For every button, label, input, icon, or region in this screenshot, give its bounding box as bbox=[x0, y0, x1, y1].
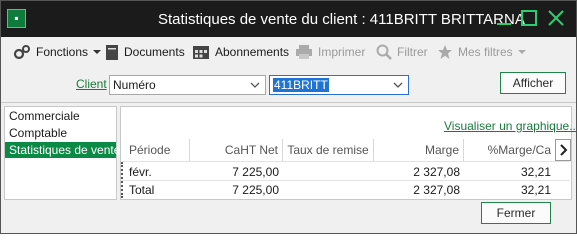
client-value: 411BRITT bbox=[273, 78, 329, 92]
cell-periode: févr. bbox=[129, 165, 152, 179]
chevron-down-icon bbox=[93, 50, 102, 54]
filtrer-button[interactable]: Filtrer bbox=[376, 43, 428, 61]
col-caht[interactable]: CaHT Net bbox=[190, 139, 283, 161]
afficher-button[interactable]: Afficher bbox=[500, 72, 566, 94]
star-icon bbox=[438, 45, 452, 59]
calendar-icon bbox=[193, 46, 209, 59]
abonnements-button[interactable]: Abonnements bbox=[192, 43, 289, 61]
fermer-button[interactable]: Fermer bbox=[481, 202, 551, 224]
search-icon bbox=[376, 44, 392, 60]
client-combobox[interactable]: 411BRITT bbox=[269, 75, 409, 95]
app-icon: ▪ bbox=[7, 9, 26, 28]
gears-icon bbox=[13, 45, 30, 60]
chevron-down-icon bbox=[517, 50, 526, 54]
fonctions-button[interactable]: Fonctions bbox=[13, 43, 103, 61]
sidebar-item-comptable[interactable]: Comptable bbox=[5, 125, 116, 141]
cell-caht: 7 225,00 bbox=[232, 183, 279, 197]
col-pct-marge[interactable]: %Marge/Ca bbox=[464, 139, 555, 161]
table-header: Période CaHT Net Taux de remise Marge %M… bbox=[125, 139, 555, 161]
cell-marge: 2 327,08 bbox=[413, 165, 460, 179]
header-divider bbox=[122, 161, 570, 162]
title-bar: ▪ Statistiques de vente du client : 411B… bbox=[1, 1, 576, 37]
close-icon[interactable] bbox=[545, 7, 567, 29]
field-select[interactable]: Numéro bbox=[109, 75, 266, 95]
cell-marge: 2 327,08 bbox=[413, 183, 460, 197]
scroll-right-button[interactable] bbox=[555, 139, 571, 161]
field-select-value: Numéro bbox=[113, 78, 156, 92]
window-title: Statistiques de vente du client : 411BRI… bbox=[158, 11, 525, 28]
chevron-right-icon bbox=[560, 144, 568, 156]
chevron-down-icon bbox=[393, 82, 403, 88]
sidebar-item-statistiques[interactable]: Statistiques de vente bbox=[5, 142, 120, 158]
cell-pct: 32,21 bbox=[520, 183, 551, 197]
cell-periode: Total bbox=[129, 183, 155, 197]
maximize-icon[interactable] bbox=[518, 7, 540, 29]
document-icon bbox=[106, 44, 118, 60]
client-label[interactable]: Client bbox=[76, 77, 107, 91]
abonnements-label: Abonnements bbox=[215, 45, 290, 59]
cell-pct: 32,21 bbox=[520, 165, 551, 179]
search-bar: Client Numéro 411BRITT bbox=[1, 67, 576, 103]
col-taux-remise[interactable]: Taux de remise bbox=[283, 139, 374, 161]
fonctions-label: Fonctions bbox=[36, 45, 89, 59]
documents-label: Documents bbox=[124, 45, 185, 59]
sidebar-item-commerciale[interactable]: Commerciale bbox=[5, 108, 116, 124]
sidebar: Commerciale Comptable Statistiques de ve… bbox=[4, 106, 120, 200]
col-marge[interactable]: Marge bbox=[374, 139, 464, 161]
toolbar: Fonctions Documents Abonnements Imprimer… bbox=[1, 37, 576, 67]
cell-caht: 7 225,00 bbox=[232, 165, 279, 179]
col-periode[interactable]: Période bbox=[125, 139, 190, 161]
mes-filtres-button[interactable]: Mes filtres bbox=[437, 43, 528, 61]
graph-link[interactable]: Visualiser un graphique... bbox=[444, 119, 577, 133]
filtrer-label: Filtrer bbox=[397, 45, 428, 59]
minimize-icon[interactable] bbox=[493, 7, 515, 29]
printer-icon bbox=[296, 45, 312, 59]
imprimer-button[interactable]: Imprimer bbox=[295, 43, 365, 61]
chevron-down-icon bbox=[250, 82, 260, 88]
documents-button[interactable]: Documents bbox=[105, 43, 185, 61]
imprimer-label: Imprimer bbox=[318, 45, 366, 59]
mes-filtres-label: Mes filtres bbox=[458, 45, 513, 59]
